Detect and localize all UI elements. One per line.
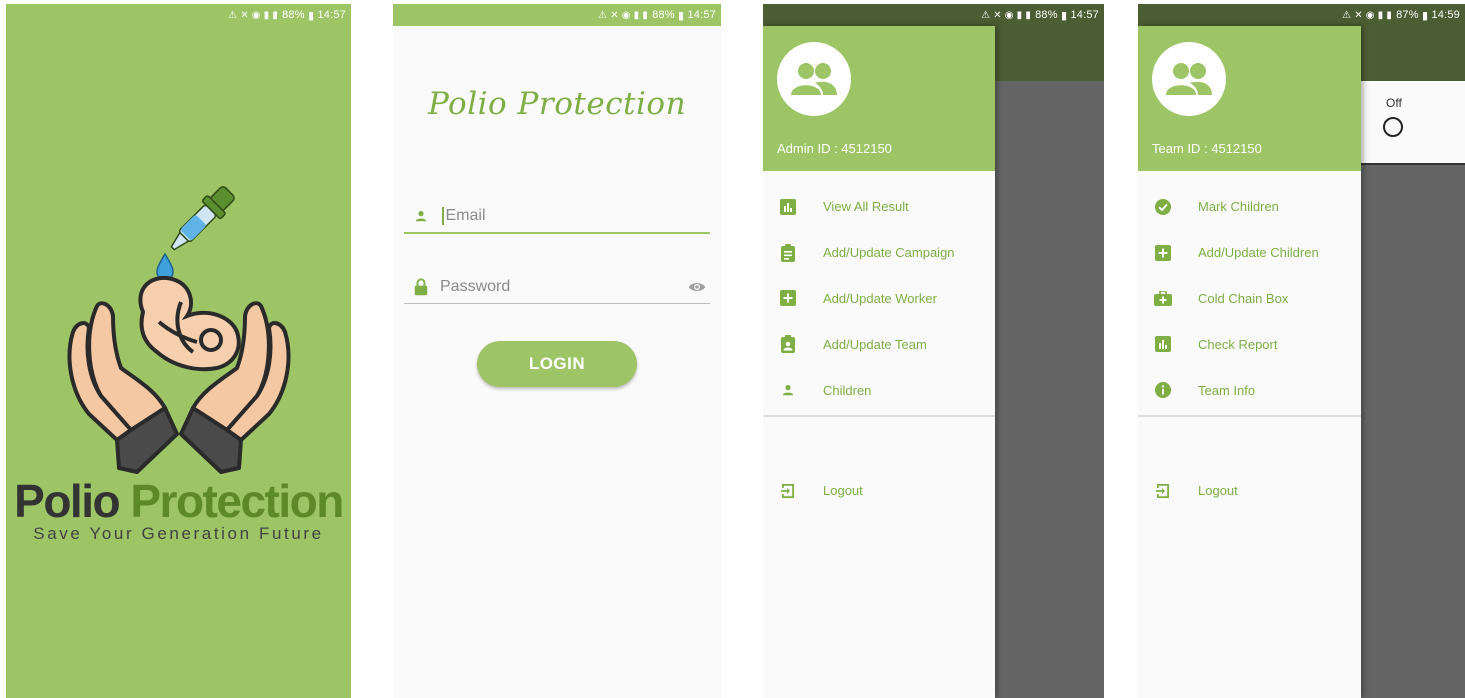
splash-screen: ⚠ ✕ ◉ ▮ ▮ 88% ▮ 14:57 Polio Protection S… [6,4,351,698]
battery-level: 87% [1396,9,1419,21]
app-title: Polio Protection [427,86,687,122]
drawer-menu: Mark Children Add/Update Children Cold C… [1138,184,1361,413]
menu-item-label: Team Info [1198,382,1256,398]
menu-item-view-all-result[interactable]: View All Result [763,184,995,230]
medical-bag-icon [1140,290,1186,306]
clock: 14:57 [687,9,716,21]
menu-item-label: Mark Children [1198,199,1279,215]
info-icon [1140,382,1186,399]
group-icon [791,63,837,95]
email-input[interactable]: Email [444,207,711,225]
radio-toggle[interactable] [1383,117,1403,137]
status-icons: ⚠ ✕ ◉ ▮ ▮ [981,9,1032,21]
battery-level: 88% [1035,9,1058,21]
clock: 14:57 [1070,9,1099,21]
status-icons: ⚠ ✕ ◉ ▮ ▮ [1342,9,1393,21]
login-screen: ⚠ ✕ ◉ ▮ ▮ 88% ▮ 14:57 Polio Protection E… [393,4,721,698]
menu-item-children[interactable]: Children [763,367,995,413]
logout-icon [1140,483,1186,499]
avatar [777,42,851,116]
battery-icon: ▮ [1418,9,1432,22]
status-icons: ⚠ ✕ ◉ ▮ ▮ [598,9,649,21]
admin-id: Admin ID : 4512150 [777,141,892,156]
menu-item-add-update-team[interactable]: Add/Update Team [763,321,995,367]
baby-icon [138,276,241,372]
group-icon [1166,63,1212,95]
menu-item-cold-chain-box[interactable]: Cold Chain Box [1138,276,1361,322]
polio-logo-illustration [67,186,291,474]
team-drawer-screen: ⚠ ✕ ◉ ▮ ▮ 87% ▮ 14:59 Off Team ID : 4512… [1138,4,1465,698]
menu-item-label: Children [823,382,872,398]
logout-section: Logout [763,468,995,514]
email-field[interactable]: Email [404,200,710,234]
menu-item-team-info[interactable]: Team Info [1138,367,1361,413]
navigation-drawer: Admin ID : 4512150 View All Result Add/U… [763,26,995,698]
drawer-header: Admin ID : 4512150 [763,26,995,171]
avatar [1152,42,1226,116]
toggle-panel: Off [1361,81,1465,165]
menu-item-add-update-campaign[interactable]: Add/Update Campaign [763,230,995,276]
status-icons: ⚠ ✕ ◉ ▮ ▮ [228,9,279,21]
clipboard-user-icon [765,335,811,354]
menu-item-label: Logout [1198,483,1238,499]
clock: 14:57 [317,9,346,21]
password-input[interactable]: Password [434,278,684,296]
logout-section: Logout [1138,468,1361,514]
tagline: Save Your Generation Future [33,524,324,543]
drawer-menu: View All Result Add/Update Campaign Add/… [763,184,995,413]
logout-icon [765,483,811,499]
battery-icon: ▮ [304,9,318,22]
password-field[interactable]: Password [404,270,710,304]
plus-box-icon [1140,244,1186,261]
menu-item-label: Add/Update Campaign [823,245,955,261]
team-id: Team ID : 4512150 [1152,141,1262,156]
toggle-label: Off [1386,96,1402,110]
battery-icon: ▮ [674,9,688,22]
clock: 14:59 [1431,9,1460,21]
person-icon [408,209,434,223]
plus-box-icon [765,290,811,307]
menu-item-add-update-worker[interactable]: Add/Update Worker [763,276,995,322]
battery-icon: ▮ [1057,9,1071,22]
menu-item-label: View All Result [823,199,909,215]
menu-divider [1138,415,1361,417]
clipboard-list-icon [765,243,811,262]
chart-icon [765,198,811,215]
status-bar: ⚠ ✕ ◉ ▮ ▮ 88% ▮ 14:57 [763,4,1104,26]
battery-level: 88% [282,9,305,21]
status-bar: ⚠ ✕ ◉ ▮ ▮ 87% ▮ 14:59 [1138,4,1465,26]
menu-divider [763,415,995,417]
menu-item-label: Check Report [1198,336,1278,352]
menu-item-label: Add/Update Children [1198,245,1319,261]
battery-level: 88% [652,9,675,21]
menu-item-add-update-children[interactable]: Add/Update Children [1138,230,1361,276]
menu-item-check-report[interactable]: Check Report [1138,321,1361,367]
check-circle-icon [1140,198,1186,215]
menu-item-logout[interactable]: Logout [763,468,995,514]
status-bar: ⚠ ✕ ◉ ▮ ▮ 88% ▮ 14:57 [393,4,721,26]
login-button[interactable]: LOGIN [477,341,637,387]
navigation-drawer: Team ID : 4512150 Mark Children Add/Upda… [1138,26,1361,698]
menu-item-label: Add/Update Worker [823,290,937,306]
drawer-header: Team ID : 4512150 [1138,26,1361,171]
eye-icon[interactable] [684,281,710,293]
dropper-icon [170,186,235,251]
person-icon [765,383,811,397]
menu-item-mark-children[interactable]: Mark Children [1138,184,1361,230]
brand-logo-text: Polio Protection [6,478,351,524]
menu-item-label: Cold Chain Box [1198,290,1289,306]
status-bar: ⚠ ✕ ◉ ▮ ▮ 88% ▮ 14:57 [6,4,351,26]
lock-icon [408,277,434,296]
menu-item-label: Add/Update Team [823,336,927,352]
admin-drawer-screen: ⚠ ✕ ◉ ▮ ▮ 88% ▮ 14:57 Admin ID : 4512150… [763,4,1104,698]
menu-item-logout[interactable]: Logout [1138,468,1361,514]
chart-icon [1140,336,1186,353]
menu-item-label: Logout [823,483,863,499]
brand-word-protection: Protection [130,475,344,527]
brand-word-polio: Polio [14,475,120,527]
